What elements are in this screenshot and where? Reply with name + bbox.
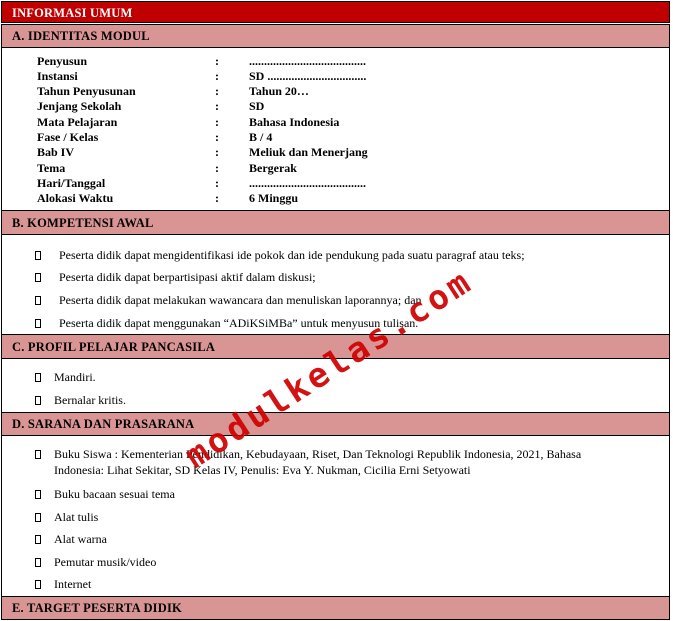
identity-separator: : [215,145,219,159]
profile-item: Mandiri. [54,370,96,384]
identity-separator: : [215,115,219,129]
identity-row: Mata Pelajaran: Bahasa Indonesia [2,115,662,130]
identity-value: Bergerak [249,161,297,175]
identity-separator: : [215,84,219,98]
facility-item-textbook-cont: Indonesia: Lihat Sekitar, SD Kelas IV, P… [54,463,471,477]
identity-label: Hari/Tanggal [37,176,106,190]
identity-value: ....................................... [249,54,366,68]
section-d-header: D. SARANA DAN PRASARANA [1,412,670,436]
facility-item: Pemutar musik/video [54,555,157,569]
bullet-icon [35,490,41,499]
competency-item: Peserta didik dapat mengidentifikasi ide… [59,248,525,262]
identity-row: Bab IV: Meliuk dan Menerjang [2,145,662,160]
bullet-icon [35,273,41,282]
identity-label: Instansi [37,69,78,83]
identity-row: Tema: Bergerak [2,161,662,176]
facility-item-textbook: Buku Siswa : Kementerian Pendidikan, Keb… [54,447,582,461]
identity-label: Bab IV [37,145,75,159]
competency-item: Peserta didik dapat menggunakan “ADiKSiM… [59,316,419,330]
facility-item: Internet [54,577,92,591]
bullet-icon [35,319,41,328]
identity-value: B / 4 [249,130,273,144]
identity-label: Penyusun [37,54,88,68]
identity-value: Tahun 20… [249,84,309,98]
identity-separator: : [215,161,219,175]
identity-row: Tahun Penyusunan: Tahun 20… [2,84,662,99]
identity-separator: : [215,130,219,144]
bullet-icon [35,580,41,589]
bullet-icon [35,396,41,405]
bullet-icon [35,513,41,522]
bullet-icon [35,558,41,567]
identity-row: Alokasi Waktu: 6 Minggu [2,191,662,206]
identity-box: Penyusun:...............................… [1,48,670,210]
identity-label: Mata Pelajaran [37,115,118,129]
profile-box: Mandiri. Bernalar kritis. [1,359,670,413]
identity-value: ....................................... [249,176,366,190]
identity-label: Alokasi Waktu [37,191,114,205]
facility-item: Alat tulis [54,510,99,524]
identity-label: Tahun Penyusunan [37,84,136,98]
section-e-header: E. TARGET PESERTA DIDIK [1,596,670,620]
identity-value: 6 Minggu [249,191,299,205]
facility-item: Alat warna [54,532,107,546]
identity-value: Bahasa Indonesia [249,115,340,129]
identity-label: Jenjang Sekolah [37,99,122,113]
identity-row: Penyusun:...............................… [2,54,662,69]
section-a-header: A. IDENTITAS MODUL [1,24,670,48]
bullet-icon [35,450,41,459]
identity-label: Fase / Kelas [37,130,99,144]
identity-row: Jenjang Sekolah: SD [2,99,662,114]
identity-value: Meliuk dan Menerjang [249,145,368,159]
section-b-header: B. KOMPETENSI AWAL [1,210,670,235]
identity-separator: : [215,69,219,83]
identity-row: Instansi: SD ............................… [2,69,662,84]
facilities-box: Buku Siswa : Kementerian Pendidikan, Keb… [1,436,670,596]
identity-row: Hari/Tanggal:...........................… [2,176,662,191]
identity-separator: : [215,176,219,190]
section-c-header: C. PROFIL PELAJAR PANCASILA [1,334,670,359]
general-info-header: INFORMASI UMUM [1,1,670,23]
identity-value: SD ................................. [249,69,367,83]
competency-item: Peserta didik dapat melakukan wawancara … [59,293,422,307]
competency-item: Peserta didik dapat berpartisipasi aktif… [59,270,316,284]
competency-box: Peserta didik dapat mengidentifikasi ide… [1,235,670,335]
identity-separator: : [215,54,219,68]
profile-item: Bernalar kritis. [54,393,126,407]
identity-label: Tema [37,161,66,175]
bullet-icon [35,251,41,260]
bullet-icon [35,296,41,305]
identity-value: SD [249,99,265,113]
identity-separator: : [215,99,219,113]
identity-separator: : [215,191,219,205]
identity-row: Fase / Kelas: B / 4 [2,130,662,145]
facility-item: Buku bacaan sesuai tema [54,487,175,501]
bullet-icon [35,373,41,382]
bullet-icon [35,535,41,544]
document-page: INFORMASI UMUM A. IDENTITAS MODUL Penyus… [0,0,673,621]
